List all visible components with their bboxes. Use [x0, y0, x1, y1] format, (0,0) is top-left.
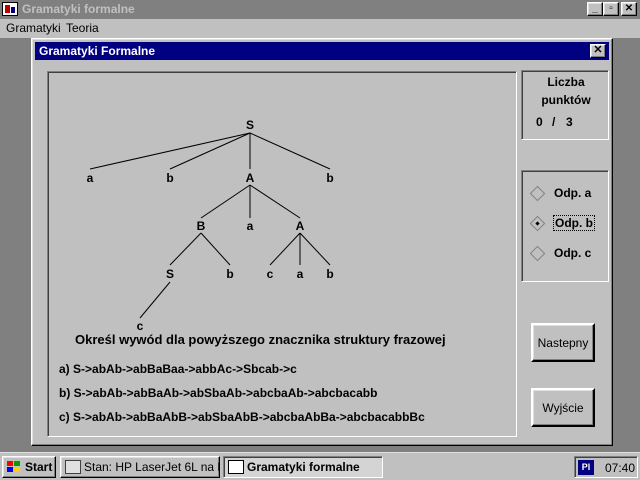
tree-node: b: [226, 267, 233, 281]
tree-edge: [249, 184, 301, 219]
tree-edges: [89, 132, 331, 319]
printer-icon: [65, 460, 81, 474]
next-button[interactable]: Nastepny: [531, 323, 595, 362]
answer-c-text: S->abAb->abBaAbB->abSbaAbB->abcbaAbBa->a…: [73, 410, 425, 424]
tree-node: a: [297, 267, 304, 281]
tree-edge: [139, 281, 171, 319]
answer-a: a) S->abAb->abBaBaa->abbAc->Sbcab->c: [59, 362, 297, 376]
dialog-titlebar[interactable]: Gramatyki Formalne ✕: [35, 42, 609, 60]
tree-node: b: [166, 171, 173, 185]
tree-node: c: [267, 267, 274, 281]
tree-node: A: [246, 171, 255, 185]
score-current: 0: [536, 115, 543, 129]
app-icon[interactable]: [2, 2, 18, 16]
radio-b-indicator[interactable]: [529, 215, 546, 232]
score-box: Liczba punktów 0 / 3: [521, 70, 609, 140]
answer-c: c) S->abAb->abBaAbB->abSbaAbB->abcbaAbBa…: [59, 410, 425, 424]
tree-node: B: [197, 219, 206, 233]
tree-node: b: [326, 171, 333, 185]
tree-edge: [299, 232, 331, 266]
option-c-label[interactable]: Odp. c: [554, 246, 591, 260]
radio-a-indicator[interactable]: [529, 185, 546, 202]
exit-button[interactable]: Wyjście: [531, 388, 595, 427]
tree-panel: S a b A b B a A S b c a b c Określ wywód…: [47, 71, 517, 437]
menu-gramatyki[interactable]: Gramatyki: [6, 21, 61, 35]
question-text: Określ wywód dla powyższego znacznika st…: [75, 332, 446, 347]
menu-teoria[interactable]: Teoria: [66, 21, 99, 35]
task-gramatyki[interactable]: Gramatyki formalne: [223, 456, 383, 478]
tree-node: a: [87, 171, 94, 185]
system-tray: Pl 07:40: [574, 456, 638, 478]
answer-b-text: S->abAb->abBaAb->abSbaAb->abcbaAb->abcba…: [73, 386, 378, 400]
start-label: Start: [25, 460, 53, 474]
dialog-title: Gramatyki Formalne: [39, 44, 156, 58]
minimize-button[interactable]: _: [587, 2, 603, 16]
answer-options-group: Odp. a Odp. b Odp. c: [521, 170, 609, 282]
app-icon: [228, 460, 244, 474]
score-separator: /: [552, 115, 556, 129]
task-printer-label: Stan: HP LaserJet 6L na L...: [84, 460, 220, 474]
windows-logo-icon: [7, 461, 21, 473]
tree-node: a: [247, 219, 254, 233]
taskbar: Start Stan: HP LaserJet 6L na L... Grama…: [0, 452, 640, 480]
answer-a-text: S->abAb->abBaBaa->abbAc->Sbcab->c: [73, 362, 297, 376]
phrase-structure-tree: S a b A b B a A S b c a b c: [87, 118, 334, 333]
answer-b: b) S->abAb->abBaAb->abSbaAb->abcbaAb->ab…: [59, 386, 377, 400]
tree-node: S: [166, 267, 174, 281]
tree-edge: [200, 184, 251, 219]
score-label-line1: Liczba: [547, 75, 585, 89]
tree-edge: [249, 132, 331, 170]
tree-edge: [169, 132, 251, 170]
option-a-label[interactable]: Odp. a: [554, 186, 591, 200]
option-b-label[interactable]: Odp. b: [553, 215, 595, 231]
language-indicator-icon[interactable]: Pl: [578, 460, 594, 475]
app-titlebar[interactable]: Gramatyki formalne _ ▫ ✕: [0, 0, 640, 19]
dialog-close-button[interactable]: ✕: [590, 44, 606, 58]
tree-node: A: [296, 219, 305, 233]
start-button[interactable]: Start: [2, 456, 56, 478]
tree-node: c: [137, 319, 144, 333]
tree-edge: [169, 232, 202, 266]
score-label-line2: punktów: [541, 93, 591, 107]
score-total: 3: [566, 115, 573, 129]
app-title: Gramatyki formalne: [22, 2, 135, 16]
answer-b-letter: b): [59, 386, 71, 400]
tree-node: b: [326, 267, 333, 281]
answer-c-letter: c): [59, 410, 70, 424]
tree-edge: [200, 232, 231, 266]
close-button[interactable]: ✕: [621, 2, 637, 16]
task-printer-status[interactable]: Stan: HP LaserJet 6L na L...: [60, 456, 220, 478]
menu-bar: Gramatyki Teoria: [0, 19, 640, 38]
clock[interactable]: 07:40: [605, 461, 635, 475]
task-gramatyki-label: Gramatyki formalne: [247, 460, 360, 474]
radio-c-indicator[interactable]: [529, 245, 546, 262]
maximize-button[interactable]: ▫: [603, 2, 619, 16]
tree-node: S: [246, 118, 254, 132]
tree-edge: [89, 132, 251, 170]
answer-a-letter: a): [59, 362, 70, 376]
quiz-dialog: Gramatyki Formalne ✕ S a b A b B a A S b…: [31, 38, 613, 446]
tree-edge: [269, 232, 301, 266]
